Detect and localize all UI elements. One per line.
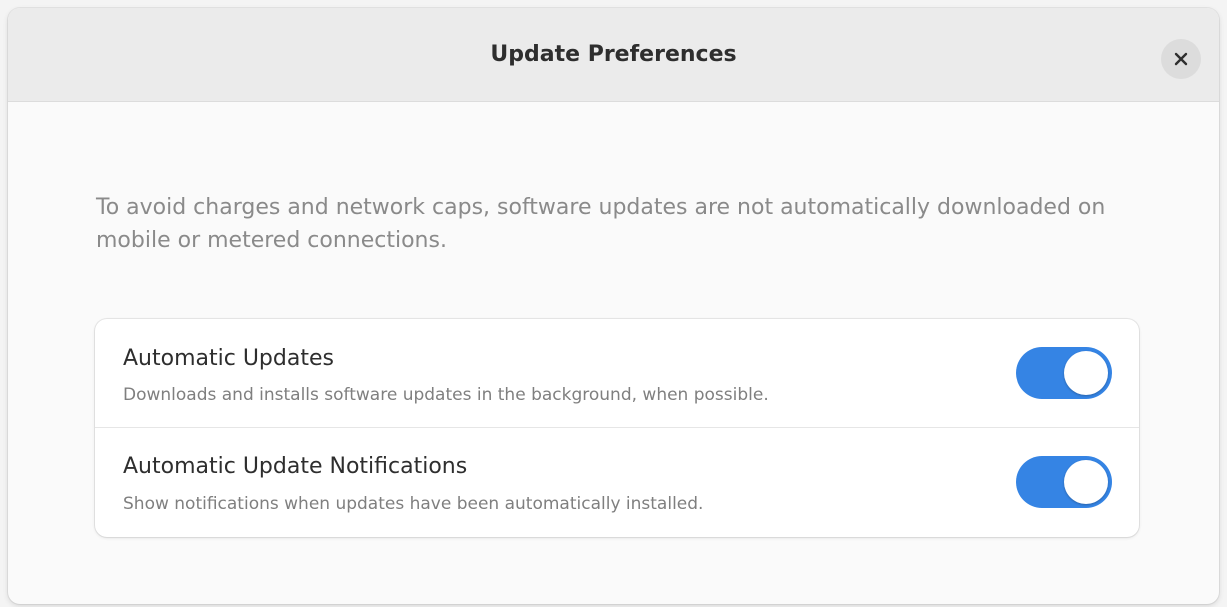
close-button[interactable] (1161, 39, 1201, 79)
header-bar: Update Preferences (8, 8, 1219, 102)
switch-knob (1064, 460, 1108, 504)
update-preferences-dialog: Update Preferences To avoid charges and … (8, 8, 1219, 604)
automatic-updates-subtitle: Downloads and installs software updates … (123, 385, 769, 405)
automatic-updates-row[interactable]: Automatic Updates Downloads and installs… (95, 319, 1139, 428)
automatic-updates-title: Automatic Updates (123, 346, 334, 371)
automatic-update-notifications-subtitle: Show notifications when updates have bee… (123, 494, 704, 514)
automatic-update-notifications-switch[interactable] (1016, 456, 1112, 508)
metered-connection-description: To avoid charges and network caps, softw… (96, 195, 1106, 253)
preferences-list: Automatic Updates Downloads and installs… (95, 319, 1139, 537)
automatic-update-notifications-title: Automatic Update Notifications (123, 454, 468, 479)
automatic-updates-switch[interactable] (1016, 347, 1112, 399)
close-icon (1174, 52, 1188, 66)
dialog-title: Update Preferences (490, 42, 737, 67)
automatic-update-notifications-row[interactable]: Automatic Update Notifications Show noti… (95, 428, 1139, 537)
switch-knob (1064, 351, 1108, 395)
